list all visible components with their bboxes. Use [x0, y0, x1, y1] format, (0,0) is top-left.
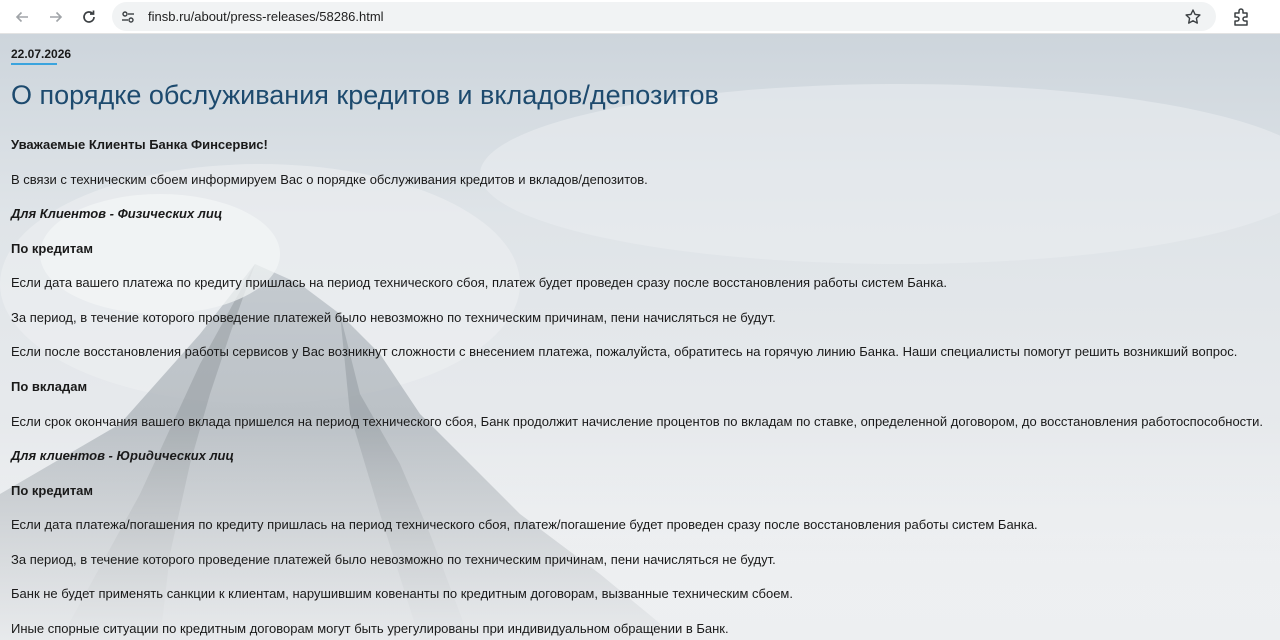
- legal-credits-paragraph-1: Если дата платежа/погашения по кредиту п…: [11, 517, 1038, 532]
- greeting: Уважаемые Клиенты Банка Финсервис!: [11, 137, 268, 152]
- reload-icon[interactable]: [77, 5, 101, 29]
- forward-arrow-icon[interactable]: [44, 5, 68, 29]
- mountain-background-image: [0, 84, 1280, 640]
- legal-entities-heading: Для клиентов - Юридических лиц: [11, 448, 234, 463]
- individuals-credits-paragraph-2: За период, в течение которого проведение…: [11, 310, 776, 325]
- legal-credits-paragraph-2: За период, в течение которого проведение…: [11, 552, 776, 567]
- site-info-icon[interactable]: [120, 9, 136, 25]
- back-arrow-icon[interactable]: [10, 5, 34, 29]
- individuals-heading: Для Клиентов - Физических лиц: [11, 206, 223, 221]
- individuals-credits-heading: По кредитам: [11, 241, 94, 256]
- legal-credits-paragraph-3: Банк не будет применять санкции к клиент…: [11, 586, 793, 601]
- page-content: 22.07.2026 О порядке обслуживания кредит…: [0, 34, 1280, 640]
- browser-toolbar: finsb.ru/about/press-releases/58286.html: [0, 0, 1280, 34]
- url-text[interactable]: finsb.ru/about/press-releases/58286.html: [148, 9, 384, 24]
- legal-credits-heading: По кредитам: [11, 483, 94, 498]
- date-underline: [11, 63, 57, 65]
- address-bar[interactable]: finsb.ru/about/press-releases/58286.html: [112, 2, 1216, 31]
- individuals-deposits-paragraph-1: Если срок окончания вашего вклада пришел…: [11, 414, 1263, 429]
- publication-date: 22.07.2026: [11, 47, 72, 61]
- individuals-credits-paragraph-1: Если дата вашего платежа по кредиту приш…: [11, 275, 948, 290]
- intro-paragraph: В связи с техническим сбоем информируем …: [11, 172, 648, 187]
- legal-credits-paragraph-4: Иные спорные ситуации по кредитным догов…: [11, 621, 729, 636]
- star-icon[interactable]: [1184, 8, 1202, 26]
- individuals-credits-paragraph-3: Если после восстановления работы сервисо…: [11, 344, 1238, 359]
- individuals-deposits-heading: По вкладам: [11, 379, 88, 394]
- extensions-icon[interactable]: [1230, 6, 1252, 28]
- page-title: О порядке обслуживания кредитов и вкладо…: [11, 80, 719, 110]
